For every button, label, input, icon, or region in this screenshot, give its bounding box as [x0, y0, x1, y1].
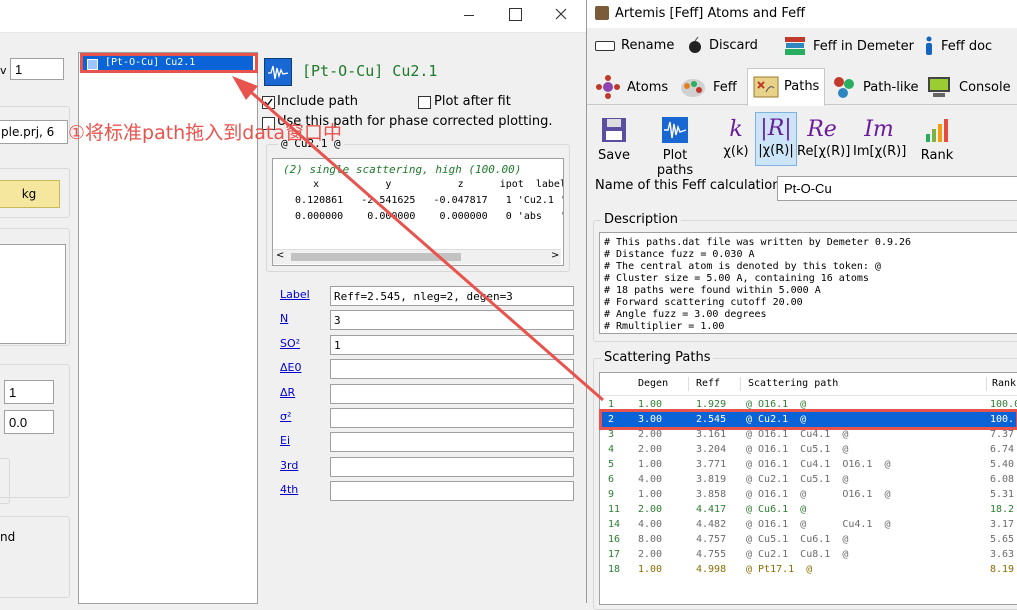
drag-arrow: [232, 76, 604, 402]
annotation-text: ①将标准path拖入到data窗口中: [68, 122, 343, 144]
